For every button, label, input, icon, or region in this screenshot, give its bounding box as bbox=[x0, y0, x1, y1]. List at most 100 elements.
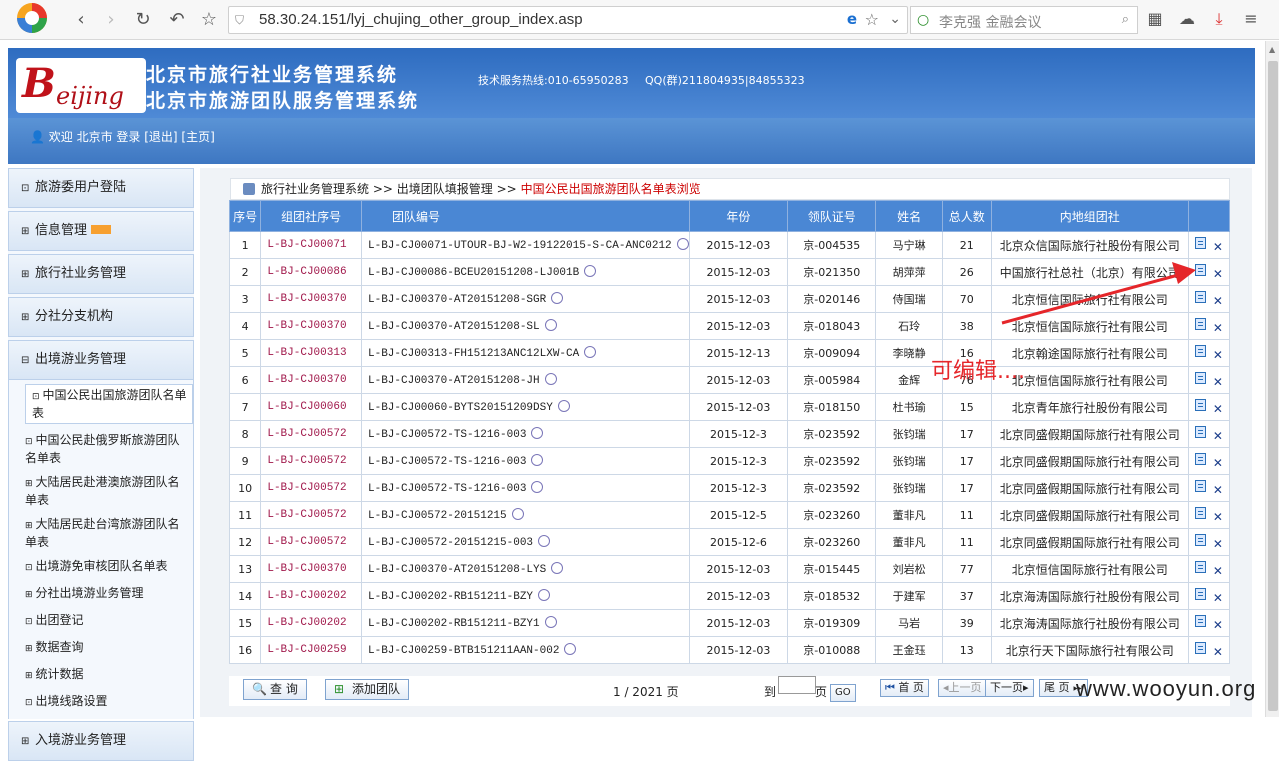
search-button[interactable]: 🔍 查 询 bbox=[243, 679, 307, 700]
agency-code[interactable]: L-BJ-CJ00370 bbox=[267, 563, 346, 575]
edit-icon[interactable] bbox=[1194, 452, 1206, 465]
edit-icon[interactable] bbox=[1194, 344, 1206, 357]
clock-icon[interactable] bbox=[564, 643, 577, 655]
clock-icon[interactable] bbox=[511, 508, 524, 520]
edit-icon[interactable] bbox=[1194, 560, 1206, 573]
agency-code[interactable]: L-BJ-CJ00572 bbox=[267, 455, 346, 467]
agency-code[interactable]: L-BJ-CJ00071 bbox=[267, 239, 346, 251]
agency-code[interactable]: L-BJ-CJ00202 bbox=[267, 590, 346, 602]
edit-icon[interactable] bbox=[1194, 479, 1206, 492]
edit-icon[interactable] bbox=[1194, 533, 1206, 546]
ie-mode-icon[interactable]: e bbox=[847, 10, 857, 28]
apps-grid-icon[interactable]: ▦ bbox=[1144, 9, 1166, 28]
sidebar-sub-hkmacau[interactable]: ⊞ 大陆居民赴港澳旅游团队名单表 bbox=[9, 472, 193, 510]
delete-icon[interactable]: ✕ bbox=[1213, 375, 1223, 389]
prev-page-button[interactable]: ◂上一页 bbox=[938, 679, 987, 697]
goto-page-input[interactable] bbox=[778, 676, 816, 694]
delete-icon[interactable]: ✕ bbox=[1213, 321, 1223, 335]
delete-icon[interactable]: ✕ bbox=[1213, 267, 1223, 281]
search-icon[interactable]: ⌕ bbox=[1122, 12, 1129, 27]
sidebar-item-branch[interactable]: ⊞ 分社分支机构 bbox=[8, 297, 194, 337]
agency-code[interactable]: L-BJ-CJ00370 bbox=[267, 374, 346, 386]
search-placeholder[interactable]: 李克强 金融会议 bbox=[939, 12, 1041, 32]
welcome-text[interactable]: 欢迎 北京市 登录 [退出] [主页] bbox=[49, 130, 215, 144]
clock-icon[interactable] bbox=[584, 346, 597, 358]
sidebar-sub-branch-outbound[interactable]: ⊞ 分社出境游业务管理 bbox=[9, 583, 193, 605]
agency-code[interactable]: L-BJ-CJ00572 bbox=[267, 509, 346, 521]
sidebar-item-outbound[interactable]: ⊟ 出境游业务管理 bbox=[8, 340, 194, 380]
clock-icon[interactable] bbox=[531, 481, 544, 493]
address-bar[interactable]: ⛉ 58.30.24.151/lyj_chujing_other_group_i… bbox=[228, 6, 908, 34]
go-button[interactable]: GO bbox=[830, 684, 856, 702]
first-page-button[interactable]: ⏮ 首 页 bbox=[880, 679, 929, 697]
clock-icon[interactable] bbox=[551, 562, 564, 574]
sidebar-item-inbound[interactable]: ⊞ 入境游业务管理 bbox=[8, 721, 194, 761]
browser-logo-icon[interactable] bbox=[10, 0, 54, 40]
delete-icon[interactable]: ✕ bbox=[1213, 564, 1223, 578]
clock-icon[interactable] bbox=[551, 292, 564, 304]
reload-icon[interactable]: ↻ bbox=[132, 9, 154, 31]
edit-icon[interactable] bbox=[1194, 587, 1206, 600]
agency-code[interactable]: L-BJ-CJ00370 bbox=[267, 293, 346, 305]
back-icon[interactable]: ‹ bbox=[70, 9, 92, 31]
scrollbar-thumb[interactable] bbox=[1268, 61, 1278, 711]
delete-icon[interactable]: ✕ bbox=[1213, 294, 1223, 308]
sidebar-sub-outbound-list[interactable]: ⊡ 中国公民出国旅游团队名单表 bbox=[25, 384, 193, 424]
download-icon[interactable]: ⤓ bbox=[1208, 9, 1230, 29]
edit-icon[interactable] bbox=[1194, 317, 1206, 330]
clock-icon[interactable] bbox=[544, 616, 557, 628]
agency-code[interactable]: L-BJ-CJ00259 bbox=[267, 644, 346, 656]
agency-code[interactable]: L-BJ-CJ00572 bbox=[267, 428, 346, 440]
undo-icon[interactable]: ↶ bbox=[166, 9, 188, 31]
sidebar-sub-taiwan[interactable]: ⊞ 大陆居民赴台湾旅游团队名单表 bbox=[9, 514, 193, 552]
edit-icon[interactable] bbox=[1194, 236, 1206, 249]
edit-icon[interactable] bbox=[1194, 398, 1206, 411]
address-url[interactable]: 58.30.24.151/lyj_chujing_other_group_ind… bbox=[259, 11, 583, 28]
bookmark-star-icon[interactable]: ☆ bbox=[198, 9, 220, 31]
favorite-star-icon[interactable]: ☆ bbox=[865, 10, 879, 29]
sidebar-sub-query[interactable]: ⊞ 数据查询 bbox=[9, 637, 193, 659]
clock-icon[interactable] bbox=[557, 400, 570, 412]
scroll-up-icon[interactable]: ▲ bbox=[1269, 45, 1275, 54]
edit-icon[interactable] bbox=[1194, 506, 1206, 519]
delete-icon[interactable]: ✕ bbox=[1213, 483, 1223, 497]
agency-code[interactable]: L-BJ-CJ00370 bbox=[267, 320, 346, 332]
page-scrollbar[interactable]: ▲ bbox=[1265, 41, 1279, 717]
clock-icon[interactable] bbox=[531, 454, 544, 466]
sidebar-item-login[interactable]: ⊡ 旅游委用户登陆 bbox=[8, 168, 194, 208]
add-group-button[interactable]: ⊞ 添加团队 bbox=[325, 679, 410, 700]
clock-icon[interactable] bbox=[538, 589, 551, 601]
sidebar-sub-exempt[interactable]: ⊡ 出境游免审核团队名单表 bbox=[9, 556, 193, 578]
delete-icon[interactable]: ✕ bbox=[1213, 240, 1223, 254]
clock-icon[interactable] bbox=[544, 373, 557, 385]
clock-icon[interactable] bbox=[544, 319, 557, 331]
browser-search-box[interactable]: ○ 李克强 金融会议 ⌕ bbox=[910, 6, 1138, 34]
agency-code[interactable]: L-BJ-CJ00202 bbox=[267, 617, 346, 629]
delete-icon[interactable]: ✕ bbox=[1213, 348, 1223, 362]
agency-code[interactable]: L-BJ-CJ00086 bbox=[267, 266, 346, 278]
delete-icon[interactable]: ✕ bbox=[1213, 402, 1223, 416]
edit-icon[interactable] bbox=[1194, 290, 1206, 303]
sidebar-sub-russia[interactable]: ⊡ 中国公民赴俄罗斯旅游团队名单表 bbox=[9, 430, 193, 468]
clock-icon[interactable] bbox=[584, 265, 597, 277]
delete-icon[interactable]: ✕ bbox=[1213, 618, 1223, 632]
clock-icon[interactable] bbox=[531, 427, 544, 439]
delete-icon[interactable]: ✕ bbox=[1213, 591, 1223, 605]
delete-icon[interactable]: ✕ bbox=[1213, 645, 1223, 659]
sidebar-item-info[interactable]: ⊞ 信息管理 bbox=[8, 211, 194, 251]
sidebar-item-agency[interactable]: ⊞ 旅行社业务管理 bbox=[8, 254, 194, 294]
menu-icon[interactable]: ≡ bbox=[1240, 9, 1262, 28]
edit-icon[interactable] bbox=[1194, 263, 1206, 276]
agency-code[interactable]: L-BJ-CJ00060 bbox=[267, 401, 346, 413]
agency-code[interactable]: L-BJ-CJ00572 bbox=[267, 482, 346, 494]
chevron-down-icon[interactable]: ⌄ bbox=[889, 11, 901, 27]
edit-icon[interactable] bbox=[1194, 614, 1206, 627]
agency-code[interactable]: L-BJ-CJ00572 bbox=[267, 536, 346, 548]
delete-icon[interactable]: ✕ bbox=[1213, 456, 1223, 470]
edit-icon[interactable] bbox=[1194, 641, 1206, 654]
sidebar-sub-stats[interactable]: ⊞ 统计数据 bbox=[9, 664, 193, 686]
clock-icon[interactable] bbox=[676, 238, 689, 250]
edit-icon[interactable] bbox=[1194, 371, 1206, 384]
next-page-button[interactable]: 下一页▸ bbox=[985, 679, 1034, 697]
clock-icon[interactable] bbox=[538, 535, 551, 547]
